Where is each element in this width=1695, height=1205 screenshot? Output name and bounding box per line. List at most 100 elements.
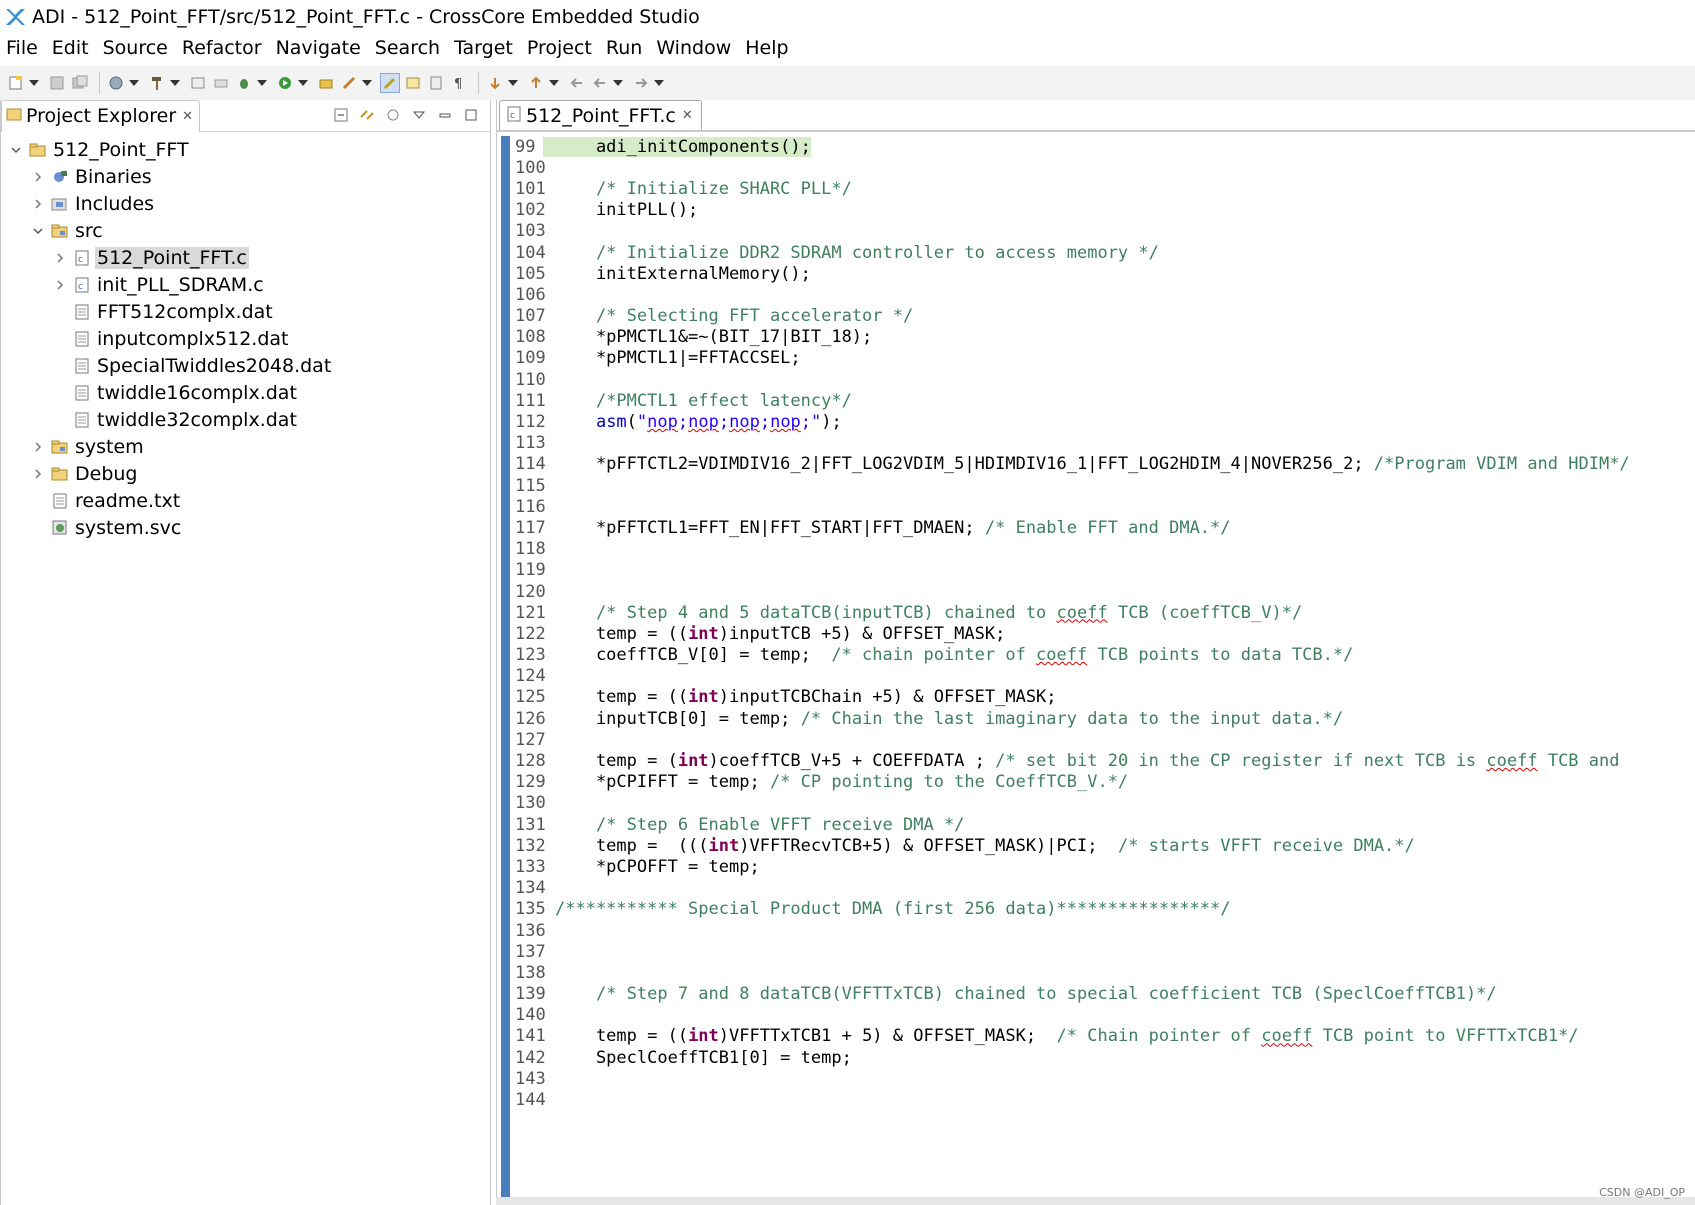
link-with-editor-icon[interactable] <box>358 106 376 124</box>
tree-item[interactable]: c init_PLL_SDRAM.c <box>1 271 490 298</box>
new-dropdown-icon[interactable] <box>29 73 39 93</box>
menu-project[interactable]: Project <box>527 37 592 59</box>
filter-icon[interactable] <box>384 106 402 124</box>
previous-annotation-dropdown-icon[interactable] <box>549 73 559 93</box>
code-line[interactable]: 117 *pFFTCTL1=FFT_EN|FFT_START|FFT_DMAEN… <box>497 517 1695 538</box>
code-line[interactable]: 136 <box>497 920 1695 941</box>
code-line[interactable]: 104 /* Initialize DDR2 SDRAM controller … <box>497 242 1695 263</box>
menu-navigate[interactable]: Navigate <box>276 37 361 59</box>
maximize-icon[interactable] <box>462 106 480 124</box>
code-line[interactable]: 123 coeffTCB_V[0] = temp; /* chain point… <box>497 645 1695 666</box>
chevron-right-icon[interactable] <box>31 440 45 454</box>
menu-run[interactable]: Run <box>606 37 642 59</box>
code-line[interactable]: 140 <box>497 1005 1695 1026</box>
code-line[interactable]: 134 <box>497 878 1695 899</box>
external-tools-icon[interactable] <box>339 73 359 93</box>
code-line[interactable]: 108 *pPMCTL1&=~(BIT_17|BIT_18); <box>497 327 1695 348</box>
debug-bug-icon[interactable] <box>234 73 254 93</box>
menu-search[interactable]: Search <box>375 37 440 59</box>
chevron-down-icon[interactable] <box>9 143 23 157</box>
code-line[interactable]: 122 temp = ((int)inputTCB +5) & OFFSET_M… <box>497 623 1695 644</box>
tree-item[interactable]: c 512_Point_FFT.c <box>1 244 490 271</box>
code-line[interactable]: 113 <box>497 433 1695 454</box>
collapse-all-icon[interactable] <box>332 106 350 124</box>
code-line[interactable]: 102 initPLL(); <box>497 200 1695 221</box>
last-edit-location-icon[interactable] <box>567 73 587 93</box>
block-selection-icon[interactable] <box>426 73 446 93</box>
chevron-right-icon[interactable] <box>31 467 45 481</box>
previous-annotation-icon[interactable] <box>526 73 546 93</box>
tree-item[interactable]: 512_Point_FFT <box>1 136 490 163</box>
code-line[interactable]: 135 /*********** Special Product DMA (fir… <box>497 899 1695 920</box>
code-line[interactable]: 115 <box>497 475 1695 496</box>
tree-item[interactable]: twiddle32complx.dat <box>1 406 490 433</box>
menu-help[interactable]: Help <box>745 37 788 59</box>
code-editor[interactable]: 99 adi_initComponents(); 100 101 /* Initia… <box>497 136 1695 1205</box>
code-line[interactable]: 125 temp = ((int)inputTCBChain +5) & OFF… <box>497 687 1695 708</box>
menu-edit[interactable]: Edit <box>52 37 89 59</box>
code-line[interactable]: 144 <box>497 1089 1695 1110</box>
debug-config-dropdown-icon[interactable] <box>129 73 139 93</box>
open-type-icon[interactable] <box>316 73 336 93</box>
menu-window[interactable]: Window <box>656 37 731 59</box>
tree-item[interactable]: Debug <box>1 460 490 487</box>
code-line[interactable]: 129 *pCPIFFT = temp; /* CP pointing to t… <box>497 772 1695 793</box>
code-line[interactable]: 119 <box>497 560 1695 581</box>
chevron-down-icon[interactable] <box>31 224 45 238</box>
code-line[interactable]: 116 <box>497 496 1695 517</box>
code-line[interactable]: 105 initExternalMemory(); <box>497 263 1695 284</box>
tree-item[interactable]: Includes <box>1 190 490 217</box>
debug-dropdown-icon[interactable] <box>257 73 267 93</box>
forward-dropdown-icon[interactable] <box>654 73 664 93</box>
debug-config-icon[interactable] <box>106 73 126 93</box>
code-line[interactable]: 112 asm("nop;nop;nop;nop;"); <box>497 411 1695 432</box>
code-line[interactable]: 126 inputTCB[0] = temp; /* Chain the las… <box>497 708 1695 729</box>
code-line[interactable]: 138 <box>497 962 1695 983</box>
code-line[interactable]: 132 temp = (((int)VFFTRecvTCB+5) & OFFSE… <box>497 835 1695 856</box>
code-line[interactable]: 137 <box>497 941 1695 962</box>
code-line[interactable]: 130 <box>497 793 1695 814</box>
chevron-right-icon[interactable] <box>31 170 45 184</box>
code-line[interactable]: 131 /* Step 6 Enable VFFT receive DMA */ <box>497 814 1695 835</box>
tree-item[interactable]: Binaries <box>1 163 490 190</box>
build-hammer-icon[interactable] <box>147 73 167 93</box>
highlight-toggle-icon[interactable] <box>380 73 400 93</box>
tree-item[interactable]: system <box>1 433 490 460</box>
code-line[interactable]: 109 *pPMCTL1|=FFTACCSEL; <box>497 348 1695 369</box>
next-annotation-icon[interactable] <box>485 73 505 93</box>
tree-item[interactable]: FFT512complx.dat <box>1 298 490 325</box>
code-line[interactable]: 128 temp = (int)coeffTCB_V+5 + COEFFDATA… <box>497 750 1695 771</box>
code-line[interactable]: 143 <box>497 1068 1695 1089</box>
code-line[interactable]: 101 /* Initialize SHARC PLL*/ <box>497 178 1695 199</box>
tab-project-explorer[interactable]: Project Explorer ✕ <box>1 99 201 132</box>
code-line[interactable]: 103 <box>497 221 1695 242</box>
forward-icon[interactable] <box>631 73 651 93</box>
view-menu-icon[interactable] <box>410 106 428 124</box>
mark-occurrences-icon[interactable] <box>403 73 423 93</box>
tab-editor-file[interactable]: c 512_Point_FFT.c ✕ <box>499 100 702 130</box>
tree-item[interactable]: readme.txt <box>1 487 490 514</box>
code-line[interactable]: 110 <box>497 369 1695 390</box>
code-line[interactable]: 99 adi_initComponents(); <box>497 136 1695 157</box>
binary-icon[interactable] <box>188 73 208 93</box>
menu-refactor[interactable]: Refactor <box>182 37 262 59</box>
code-line[interactable]: 111 /*PMCTL1 effect latency*/ <box>497 390 1695 411</box>
save-icon[interactable] <box>47 73 67 93</box>
code-line[interactable]: 106 <box>497 284 1695 305</box>
show-whitespace-icon[interactable]: ¶ <box>449 73 469 93</box>
menu-source[interactable]: Source <box>103 37 168 59</box>
memory-icon[interactable] <box>211 73 231 93</box>
next-annotation-dropdown-icon[interactable] <box>508 73 518 93</box>
minimize-icon[interactable] <box>436 106 454 124</box>
external-tools-dropdown-icon[interactable] <box>362 73 372 93</box>
new-icon[interactable] <box>6 73 26 93</box>
tree-item[interactable]: inputcomplx512.dat <box>1 325 490 352</box>
back-icon[interactable] <box>590 73 610 93</box>
menu-target[interactable]: Target <box>454 37 513 59</box>
code-line[interactable]: 141 temp = ((int)VFFTTxTCB1 + 5) & OFFSE… <box>497 1026 1695 1047</box>
code-line[interactable]: 142 SpeclCoeffTCB1[0] = temp; <box>497 1047 1695 1068</box>
tree-item[interactable]: src <box>1 217 490 244</box>
tree-item[interactable]: system.svc <box>1 514 490 541</box>
save-all-icon[interactable] <box>70 73 90 93</box>
code-line[interactable]: 133 *pCPOFFT = temp; <box>497 856 1695 877</box>
